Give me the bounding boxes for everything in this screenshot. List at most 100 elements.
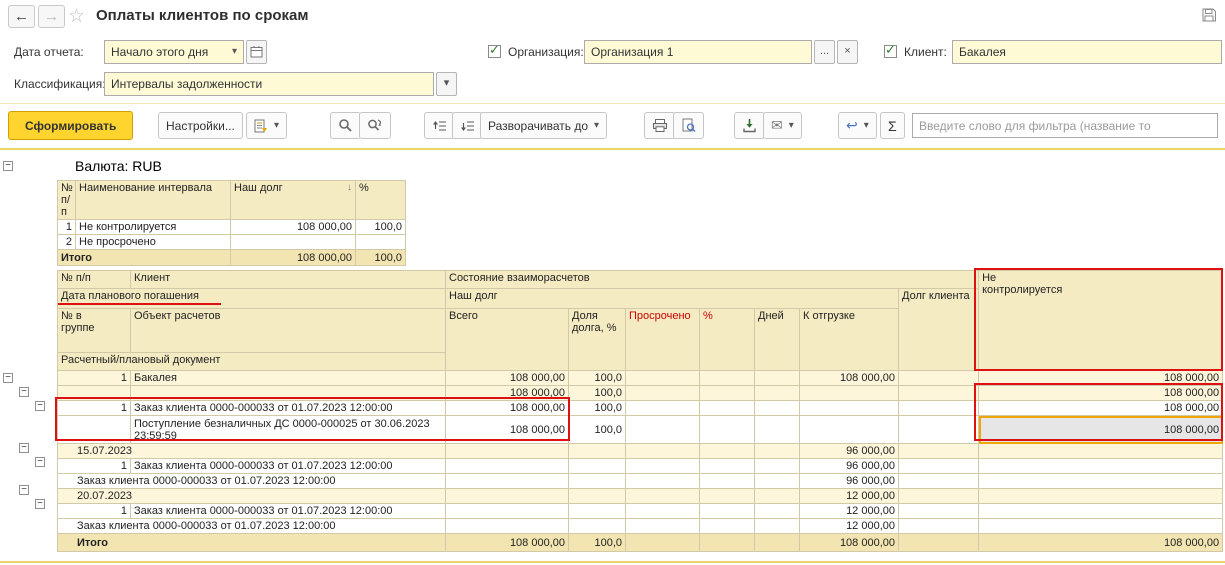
cell[interactable]: 108 000,00 xyxy=(445,533,569,552)
header-cell[interactable]: Клиент xyxy=(130,270,446,289)
cell[interactable]: 108 000,00 xyxy=(799,533,899,552)
cell[interactable] xyxy=(754,400,800,416)
cell[interactable]: 108 000,00 xyxy=(978,370,1224,386)
cell[interactable] xyxy=(799,400,899,416)
report-date-field[interactable]: ▾ Начало этого дня xyxy=(104,40,244,64)
cell[interactable] xyxy=(699,473,755,489)
save-icon[interactable] xyxy=(1201,7,1217,23)
cell[interactable]: Не просрочено xyxy=(75,234,231,250)
cell[interactable] xyxy=(897,443,980,459)
cell[interactable] xyxy=(625,473,700,489)
cell[interactable] xyxy=(897,458,980,474)
cell[interactable]: 108 000,00 xyxy=(978,400,1224,416)
header-cell[interactable]: Дней xyxy=(754,308,800,371)
expand-to-button[interactable]: Разворачивать до ▾ xyxy=(480,112,608,139)
header-cell[interactable]: № в группе xyxy=(57,308,131,353)
cell[interactable]: 96 000,00 xyxy=(799,443,899,459)
cell[interactable]: 100,0 xyxy=(568,400,626,416)
cell[interactable]: 108 000,00 xyxy=(445,415,569,444)
cell[interactable] xyxy=(799,415,899,444)
cell[interactable]: Заказ клиента 0000-000033 от 01.07.2023 … xyxy=(130,458,446,474)
cell[interactable] xyxy=(445,473,569,489)
cell[interactable] xyxy=(625,518,700,534)
cell[interactable]: 20.07.2023 xyxy=(57,488,446,504)
cell[interactable]: 108 000,00 xyxy=(978,533,1224,552)
cell[interactable] xyxy=(897,400,980,416)
collapse-groups-button[interactable] xyxy=(424,112,455,139)
cell[interactable]: 96 000,00 xyxy=(799,473,899,489)
cell[interactable] xyxy=(568,443,626,459)
print-preview-button[interactable] xyxy=(673,112,704,139)
back-button[interactable]: ← xyxy=(8,5,35,28)
search-next-button[interactable] xyxy=(359,112,391,139)
cell[interactable] xyxy=(754,370,800,386)
cell[interactable] xyxy=(897,385,980,401)
cell[interactable]: 108 000,00 xyxy=(445,400,569,416)
cell[interactable] xyxy=(754,458,800,474)
get-link-button[interactable]: ↩ ▾ xyxy=(838,112,877,139)
cell[interactable]: 96 000,00 xyxy=(799,458,899,474)
header-cell[interactable]: Доля долга, % xyxy=(568,308,626,371)
cell[interactable] xyxy=(978,458,1224,474)
cell[interactable] xyxy=(699,370,755,386)
report-variants-button[interactable]: ▾ xyxy=(246,112,288,139)
header-cell[interactable]: Наименование интервала xyxy=(75,180,231,220)
tree-collapse-toggle[interactable]: − xyxy=(35,401,45,411)
header-cell[interactable]: Состояние взаиморасчетов xyxy=(444,270,980,289)
cell[interactable] xyxy=(625,533,700,552)
cell[interactable] xyxy=(568,473,626,489)
header-cell[interactable]: % xyxy=(355,180,406,220)
cell[interactable]: 12 000,00 xyxy=(799,488,899,504)
tree-collapse-toggle[interactable]: − xyxy=(35,499,45,509)
cell[interactable] xyxy=(568,488,626,504)
header-cell[interactable]: ↓ Наш долг xyxy=(230,180,356,220)
cell[interactable]: 100,0 xyxy=(568,370,626,386)
cell[interactable]: Заказ клиента 0000-000033 от 01.07.2023 … xyxy=(130,400,446,416)
tree-collapse-toggle[interactable]: − xyxy=(3,161,13,171)
cell[interactable] xyxy=(754,473,800,489)
client-checkbox[interactable]: ✓ xyxy=(884,42,897,58)
header-cell[interactable]: К отгрузке xyxy=(799,308,899,371)
cell[interactable] xyxy=(699,415,755,444)
cell[interactable] xyxy=(445,503,569,519)
cell[interactable] xyxy=(754,488,800,504)
cell[interactable] xyxy=(897,473,980,489)
header-cell-not-controlled[interactable]: Не контролируется xyxy=(978,270,1224,371)
cell[interactable]: 15.07.2023 xyxy=(57,443,446,459)
total-label[interactable]: Итого xyxy=(57,533,446,552)
cell[interactable]: Бакалея xyxy=(130,370,446,386)
cell[interactable] xyxy=(699,488,755,504)
cell[interactable]: 1 xyxy=(57,370,131,386)
cell[interactable] xyxy=(754,503,800,519)
org-field[interactable]: Организация 1 xyxy=(584,40,812,64)
header-cell[interactable]: Объект расчетов xyxy=(130,308,446,353)
cell[interactable] xyxy=(897,415,980,444)
cell[interactable] xyxy=(897,518,980,534)
total-label[interactable]: Итого xyxy=(57,249,231,266)
org-checkbox[interactable]: ✓ xyxy=(488,42,501,58)
cell[interactable] xyxy=(625,443,700,459)
cell[interactable]: 12 000,00 xyxy=(799,518,899,534)
cell[interactable]: Заказ клиента 0000-000033 от 01.07.2023 … xyxy=(57,518,446,534)
cell[interactable]: 1 xyxy=(57,503,131,519)
header-cell[interactable]: % xyxy=(699,308,755,371)
cell[interactable] xyxy=(699,400,755,416)
cell[interactable] xyxy=(625,385,700,401)
cell[interactable]: Заказ клиента 0000-000033 от 01.07.2023 … xyxy=(57,473,446,489)
cell[interactable]: 108 000,00 xyxy=(978,385,1224,401)
cell[interactable]: 108 000,00 xyxy=(230,219,356,235)
cell[interactable] xyxy=(897,488,980,504)
cell[interactable]: Заказ клиента 0000-000033 от 01.07.2023 … xyxy=(130,503,446,519)
cell[interactable]: 1 xyxy=(57,400,131,416)
cell[interactable]: 108 000,00 xyxy=(230,249,356,266)
cell[interactable] xyxy=(445,443,569,459)
favorite-star-icon[interactable]: ☆ xyxy=(68,5,85,28)
cell[interactable]: 2 xyxy=(57,234,76,250)
cell[interactable]: 1 xyxy=(57,458,131,474)
cell[interactable] xyxy=(625,503,700,519)
cell[interactable] xyxy=(445,458,569,474)
cell[interactable] xyxy=(754,385,800,401)
cell[interactable] xyxy=(897,533,980,552)
cell[interactable] xyxy=(568,518,626,534)
cell[interactable] xyxy=(699,443,755,459)
